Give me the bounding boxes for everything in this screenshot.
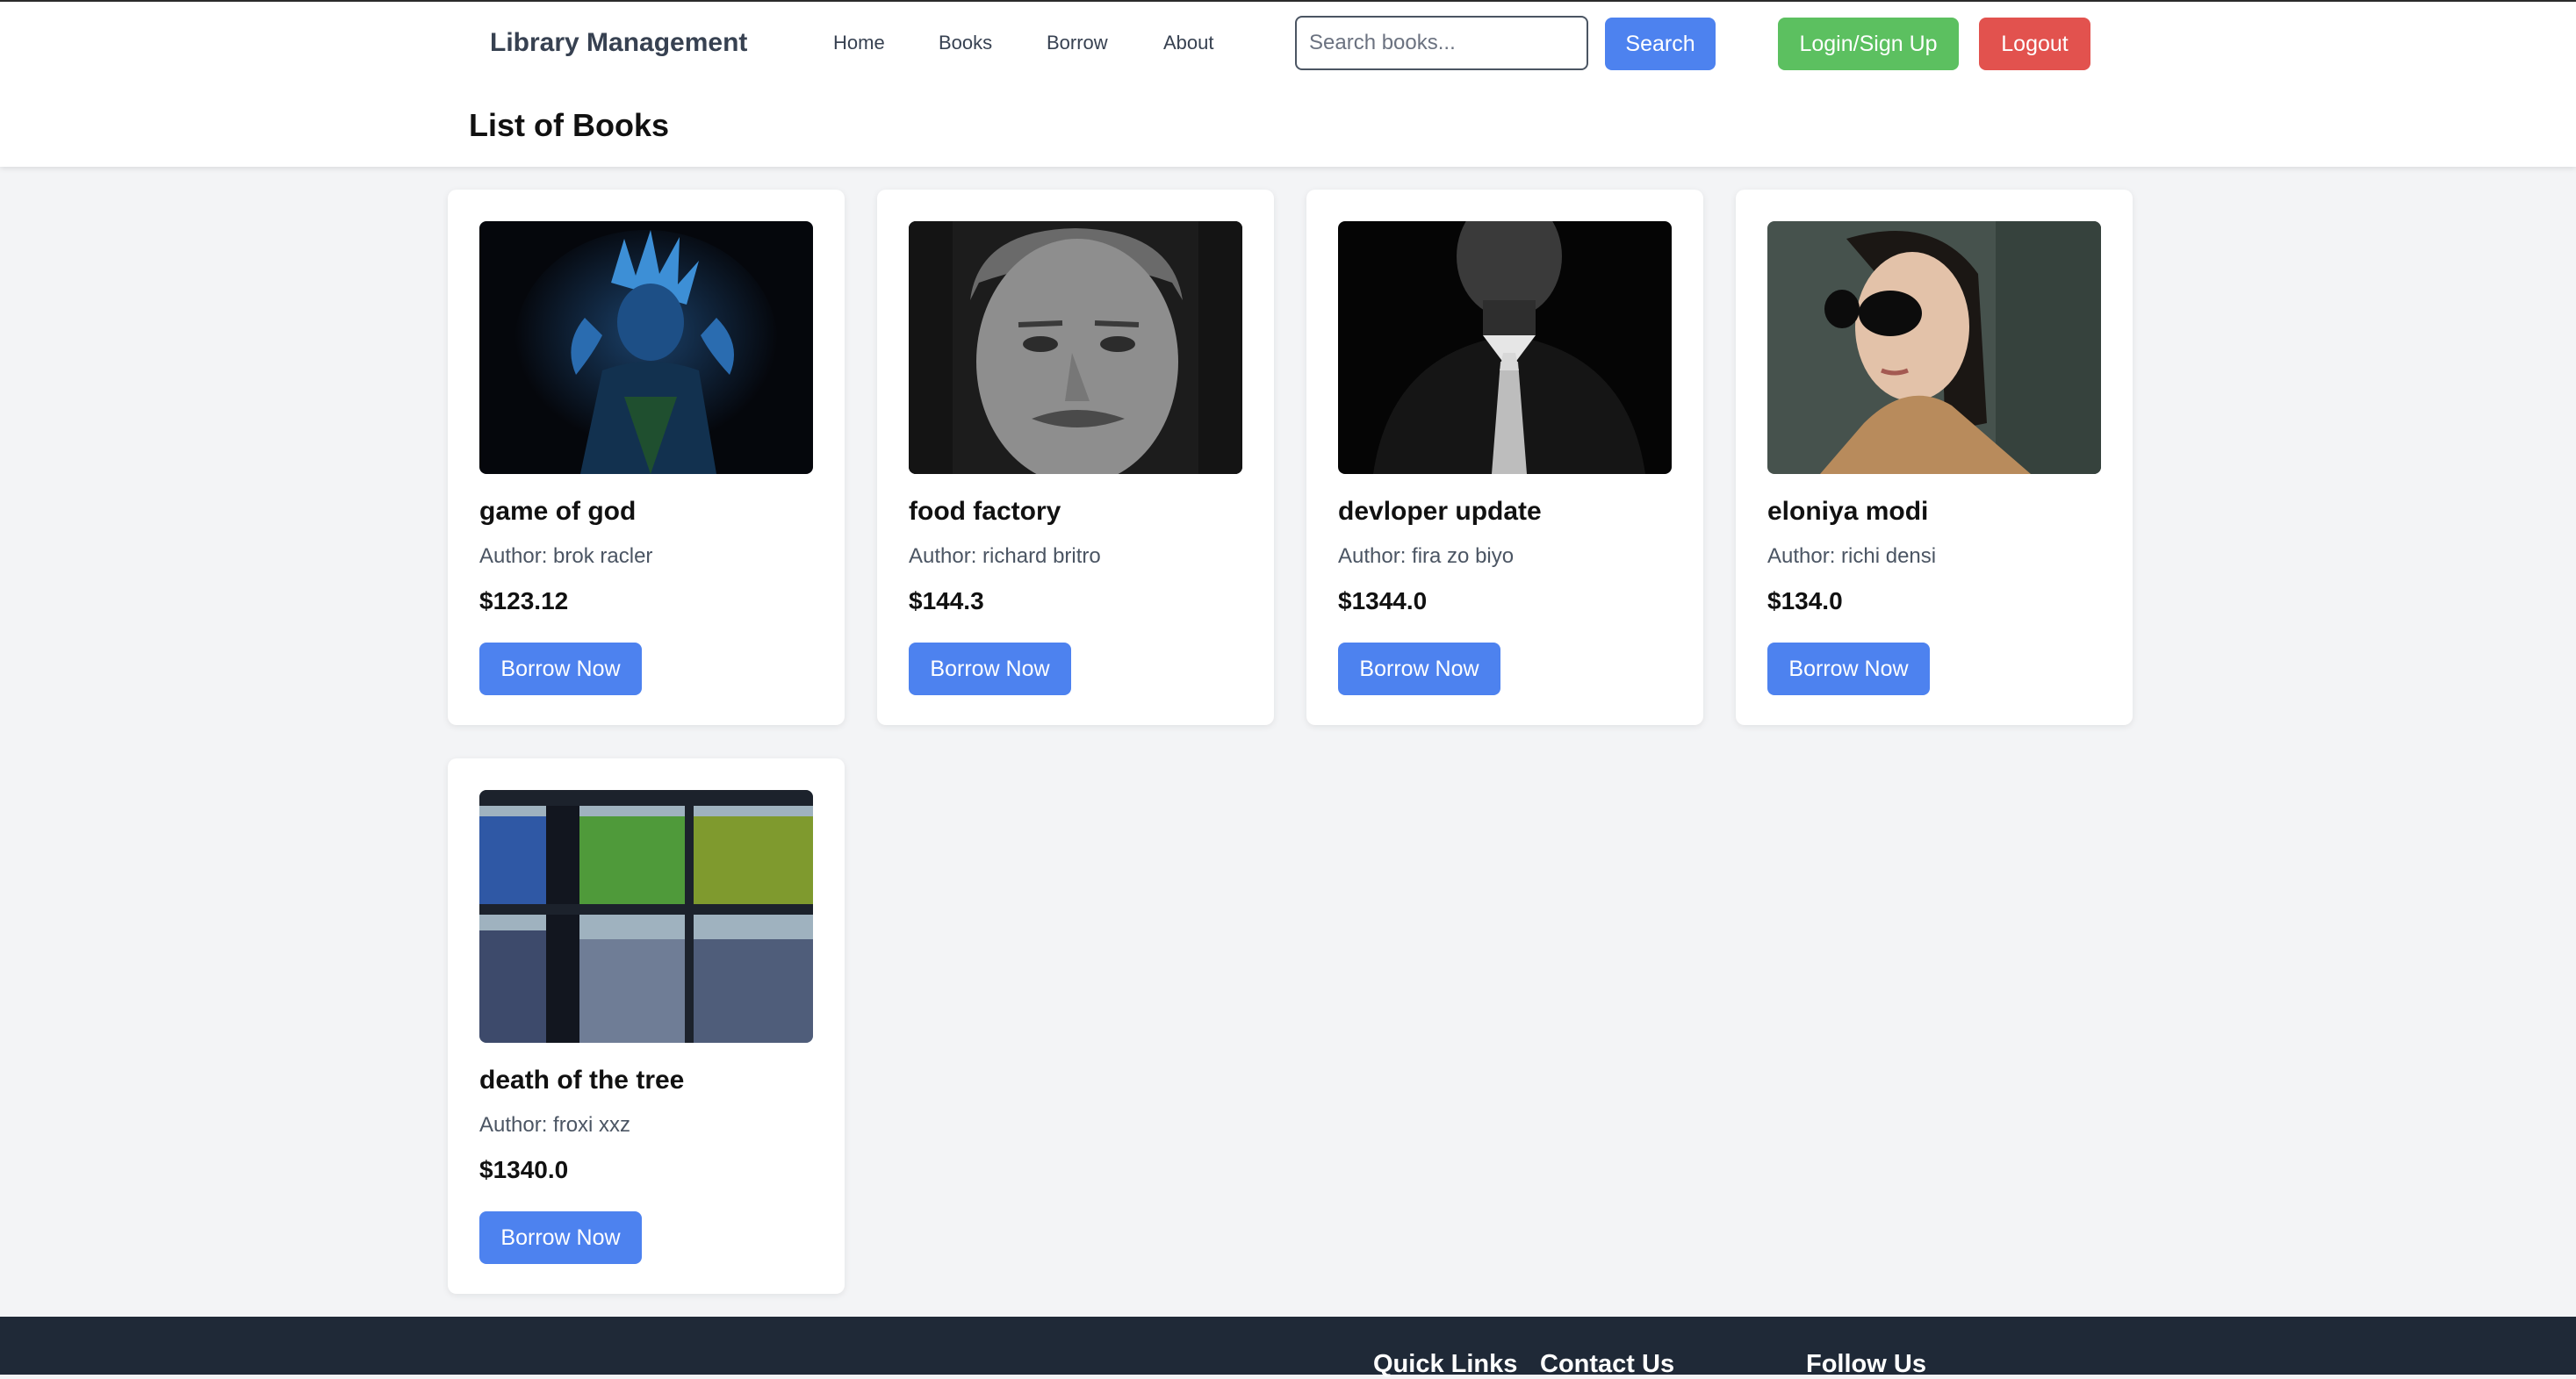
book-card: eloniya modi Author: richi densi $134.0 … xyxy=(1736,190,2133,725)
book-cover-image xyxy=(909,221,1242,474)
book-cover-image xyxy=(1767,221,2101,474)
nav-borrow-link[interactable]: Borrow xyxy=(1047,32,1108,54)
book-cover-image xyxy=(1338,221,1672,474)
book-price: $123.12 xyxy=(479,587,569,614)
book-author: Author: richi densi xyxy=(1767,544,1937,568)
nav-books-link[interactable]: Books xyxy=(939,32,992,54)
borrow-now-button[interactable]: Borrow Now xyxy=(1767,643,1930,695)
book-cover-image xyxy=(479,790,813,1043)
book-title: game of god xyxy=(479,497,637,526)
book-title: food factory xyxy=(909,497,1061,526)
borrow-now-button[interactable]: Borrow Now xyxy=(479,1211,642,1264)
book-card: game of god Author: brok racler $123.12 … xyxy=(448,190,845,725)
book-price: $134.0 xyxy=(1767,587,1843,614)
page-title: List of Books xyxy=(469,107,670,143)
book-author: Author: fira zo biyo xyxy=(1338,544,1515,568)
borrow-now-button[interactable]: Borrow Now xyxy=(479,643,642,695)
book-cover-image xyxy=(479,221,813,474)
portrait-older-man-image xyxy=(909,221,1242,474)
book-author: Author: froxi xxz xyxy=(479,1113,631,1137)
book-card: food factory Author: richard britro $144… xyxy=(877,190,1274,725)
bookshelf-binders-image xyxy=(479,790,813,1043)
book-title: death of the tree xyxy=(479,1066,685,1095)
site-footer: Quick Links Contact Us Follow Us xyxy=(0,1317,2576,1378)
login-signup-button[interactable]: Login/Sign Up xyxy=(1778,18,1959,70)
portrait-man-suit-image xyxy=(1338,221,1672,474)
nav-about-link[interactable]: About xyxy=(1163,32,1214,54)
book-price: $144.3 xyxy=(909,587,984,614)
anime-character-art-image xyxy=(479,221,813,474)
nav-home-link[interactable]: Home xyxy=(833,32,885,54)
book-card: devloper update Author: fira zo biyo $13… xyxy=(1306,190,1703,725)
top-header: Library Management Home Books Borrow Abo… xyxy=(0,0,2576,167)
site-brand[interactable]: Library Management xyxy=(490,28,747,58)
portrait-woman-sunglasses-image xyxy=(1767,221,2101,474)
book-card: death of the tree Author: froxi xxz $134… xyxy=(448,758,845,1294)
borrow-now-button[interactable]: Borrow Now xyxy=(909,643,1071,695)
book-price: $1340.0 xyxy=(479,1156,569,1183)
book-title: devloper update xyxy=(1338,497,1542,526)
book-author: Author: brok racler xyxy=(479,544,653,568)
logout-button[interactable]: Logout xyxy=(1979,18,2090,70)
footer-quick-links-heading: Quick Links xyxy=(1373,1350,1518,1378)
search-input[interactable] xyxy=(1295,16,1588,70)
book-author: Author: richard britro xyxy=(909,544,1101,568)
borrow-now-button[interactable]: Borrow Now xyxy=(1338,643,1500,695)
footer-contact-heading: Contact Us xyxy=(1540,1350,1675,1378)
search-button[interactable]: Search xyxy=(1605,18,1716,70)
book-price: $1344.0 xyxy=(1338,587,1428,614)
book-title: eloniya modi xyxy=(1767,497,1929,526)
footer-follow-heading: Follow Us xyxy=(1806,1350,1926,1378)
